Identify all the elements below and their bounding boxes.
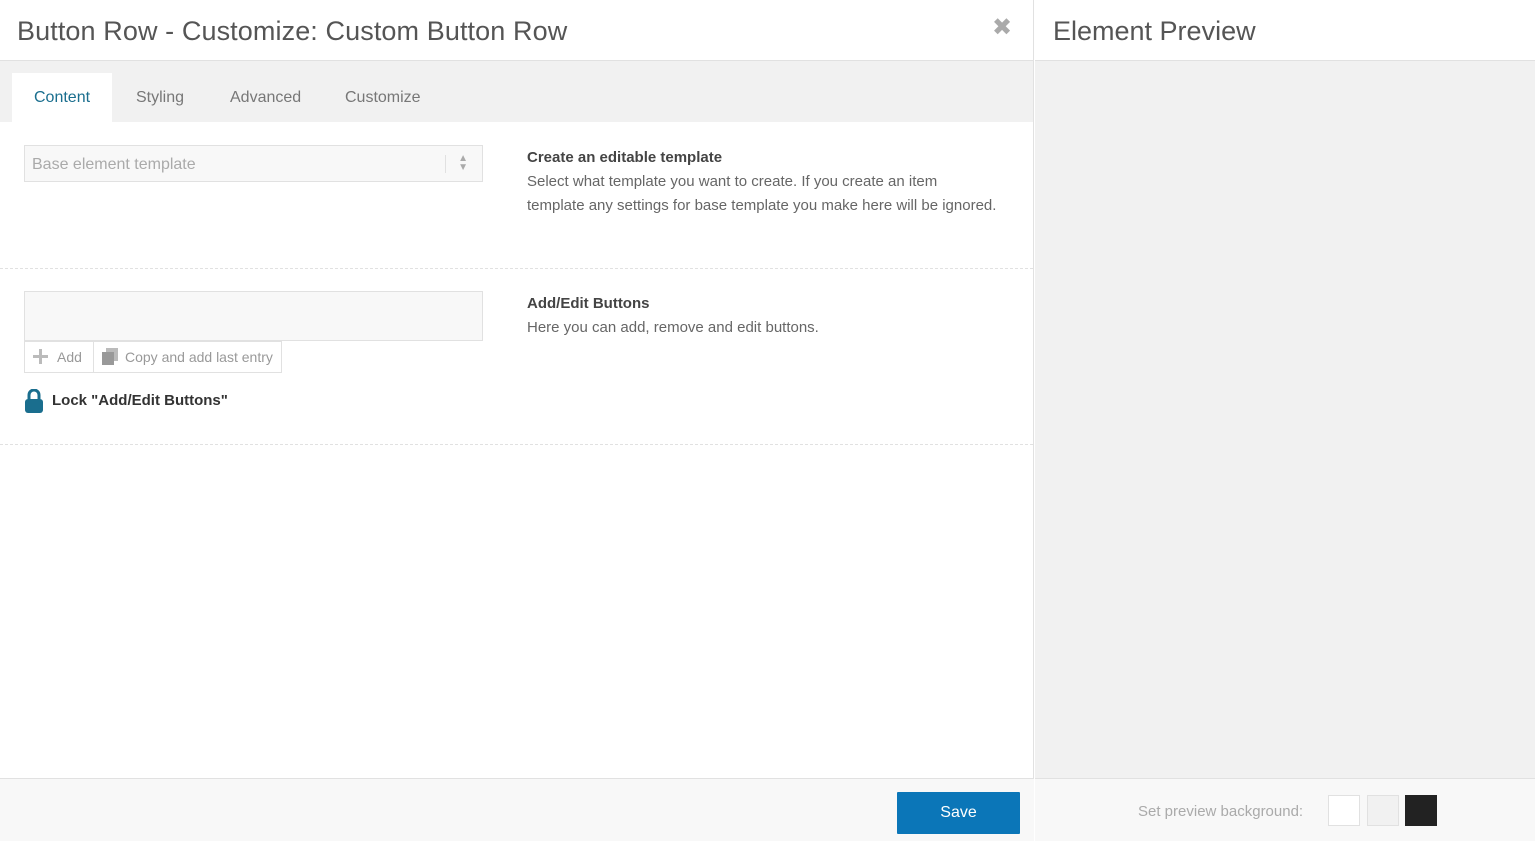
- lock-label: Lock "Add/Edit Buttons": [52, 392, 228, 409]
- template-section: Base element template ▲ ▼ Create an edita…: [0, 122, 1033, 269]
- tab-customize[interactable]: Customize: [323, 73, 443, 122]
- template-section-title: Create an editable template: [527, 149, 723, 166]
- preview-header: Element Preview: [1035, 0, 1535, 61]
- buttons-section: Add Copy and add last entry Lock "Add/Ed…: [0, 269, 1033, 445]
- save-button[interactable]: Save: [897, 792, 1020, 834]
- tab-bar: Content Styling Advanced Customize: [0, 61, 1033, 122]
- preview-background-label: Set preview background:: [1138, 803, 1304, 820]
- editor-header: Button Row - Customize: Custom Button Ro…: [0, 0, 1033, 61]
- modal-title: Button Row - Customize: Custom Button Ro…: [17, 16, 568, 46]
- select-divider: [445, 155, 446, 173]
- preview-footer: Set preview background:: [1035, 778, 1535, 841]
- swatch-dark[interactable]: [1405, 795, 1437, 826]
- lock-icon: [25, 389, 43, 413]
- copy-add-last-button[interactable]: Copy and add last entry: [93, 341, 282, 373]
- editor-footer: Save: [0, 778, 1034, 841]
- buttons-section-title: Add/Edit Buttons: [527, 295, 650, 312]
- swatch-light-gray[interactable]: [1367, 795, 1399, 826]
- template-select-value: Base element template: [32, 156, 196, 173]
- copy-icon: [102, 348, 118, 365]
- buttons-description: Add/Edit Buttons Here you can add, remov…: [527, 292, 997, 340]
- select-arrows-icon: ▲ ▼: [458, 153, 468, 173]
- template-section-text: Select what template you want to create.…: [527, 173, 997, 214]
- plus-icon: [33, 349, 48, 364]
- tab-advanced[interactable]: Advanced: [208, 73, 323, 122]
- close-icon[interactable]: ✖: [991, 16, 1013, 40]
- add-button[interactable]: Add: [24, 341, 94, 373]
- tab-styling[interactable]: Styling: [114, 73, 206, 122]
- editor-panel: Button Row - Customize: Custom Button Ro…: [0, 0, 1034, 841]
- buttons-list[interactable]: [24, 291, 483, 341]
- tab-content[interactable]: Content: [12, 73, 113, 122]
- buttons-section-text: Here you can add, remove and edit button…: [527, 319, 819, 336]
- swatch-white[interactable]: [1328, 795, 1360, 826]
- template-select[interactable]: Base element template ▲ ▼: [24, 145, 483, 182]
- copy-button-label: Copy and add last entry: [125, 349, 273, 365]
- preview-title: Element Preview: [1053, 16, 1256, 46]
- template-description: Create an editable template Select what …: [527, 146, 997, 218]
- preview-panel: Element Preview Set preview background:: [1035, 0, 1535, 841]
- add-button-label: Add: [57, 349, 82, 365]
